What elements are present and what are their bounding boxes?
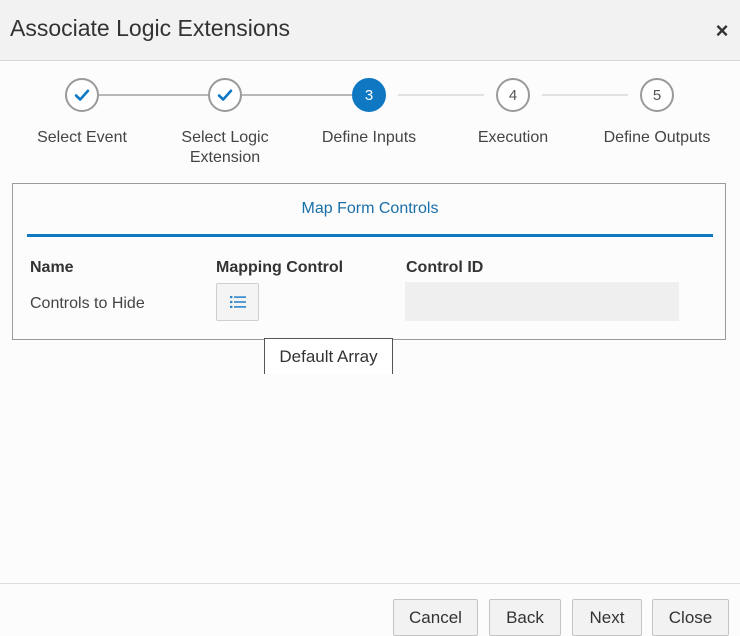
list-icon: [229, 296, 246, 308]
wizard-steps: Select Event Select Logic Extension 3 De…: [0, 62, 740, 182]
control-id-field[interactable]: [405, 282, 679, 321]
step-label: Select Logic Extension: [181, 129, 269, 166]
close-button[interactable]: Close: [652, 599, 729, 636]
step-connector: [398, 94, 484, 96]
step-connector: [99, 94, 208, 96]
cancel-button[interactable]: Cancel: [393, 599, 478, 636]
step-label: Execution: [477, 129, 549, 146]
step-number: 5: [640, 78, 674, 112]
map-form-controls-panel: Map Form Controls Name Mapping Control C…: [12, 183, 726, 340]
check-icon: [208, 78, 242, 112]
step-number: 4: [496, 78, 530, 112]
step-label: Define Outputs: [603, 129, 711, 146]
check-icon: [65, 78, 99, 112]
column-header-mapping-control: Mapping Control: [216, 259, 344, 276]
tab-map-form-controls[interactable]: Map Form Controls: [27, 200, 713, 218]
step-connector: [242, 94, 352, 96]
mapping-control-button[interactable]: [216, 283, 259, 321]
column-header-control-id: Control ID: [406, 259, 484, 276]
step-connector: [542, 94, 628, 96]
step-label: Define Inputs: [321, 129, 417, 146]
tooltip-default-array: Default Array: [264, 338, 393, 374]
column-header-name: Name: [30, 259, 74, 276]
step-label: Select Event: [37, 129, 127, 146]
back-button[interactable]: Back: [489, 599, 561, 636]
dialog-header: Associate Logic Extensions ×: [0, 0, 740, 61]
row-name-controls-to-hide: Controls to Hide: [30, 295, 145, 312]
associate-logic-extensions-dialog: Associate Logic Extensions × Select Even…: [0, 0, 740, 636]
next-button[interactable]: Next: [572, 599, 642, 636]
dialog-footer: Cancel Back Next Close: [0, 583, 740, 636]
tab-active-underline: [27, 234, 713, 237]
close-icon[interactable]: ×: [714, 20, 730, 42]
dialog-title: Associate Logic Extensions: [10, 15, 290, 41]
step-number-current: 3: [352, 78, 386, 112]
